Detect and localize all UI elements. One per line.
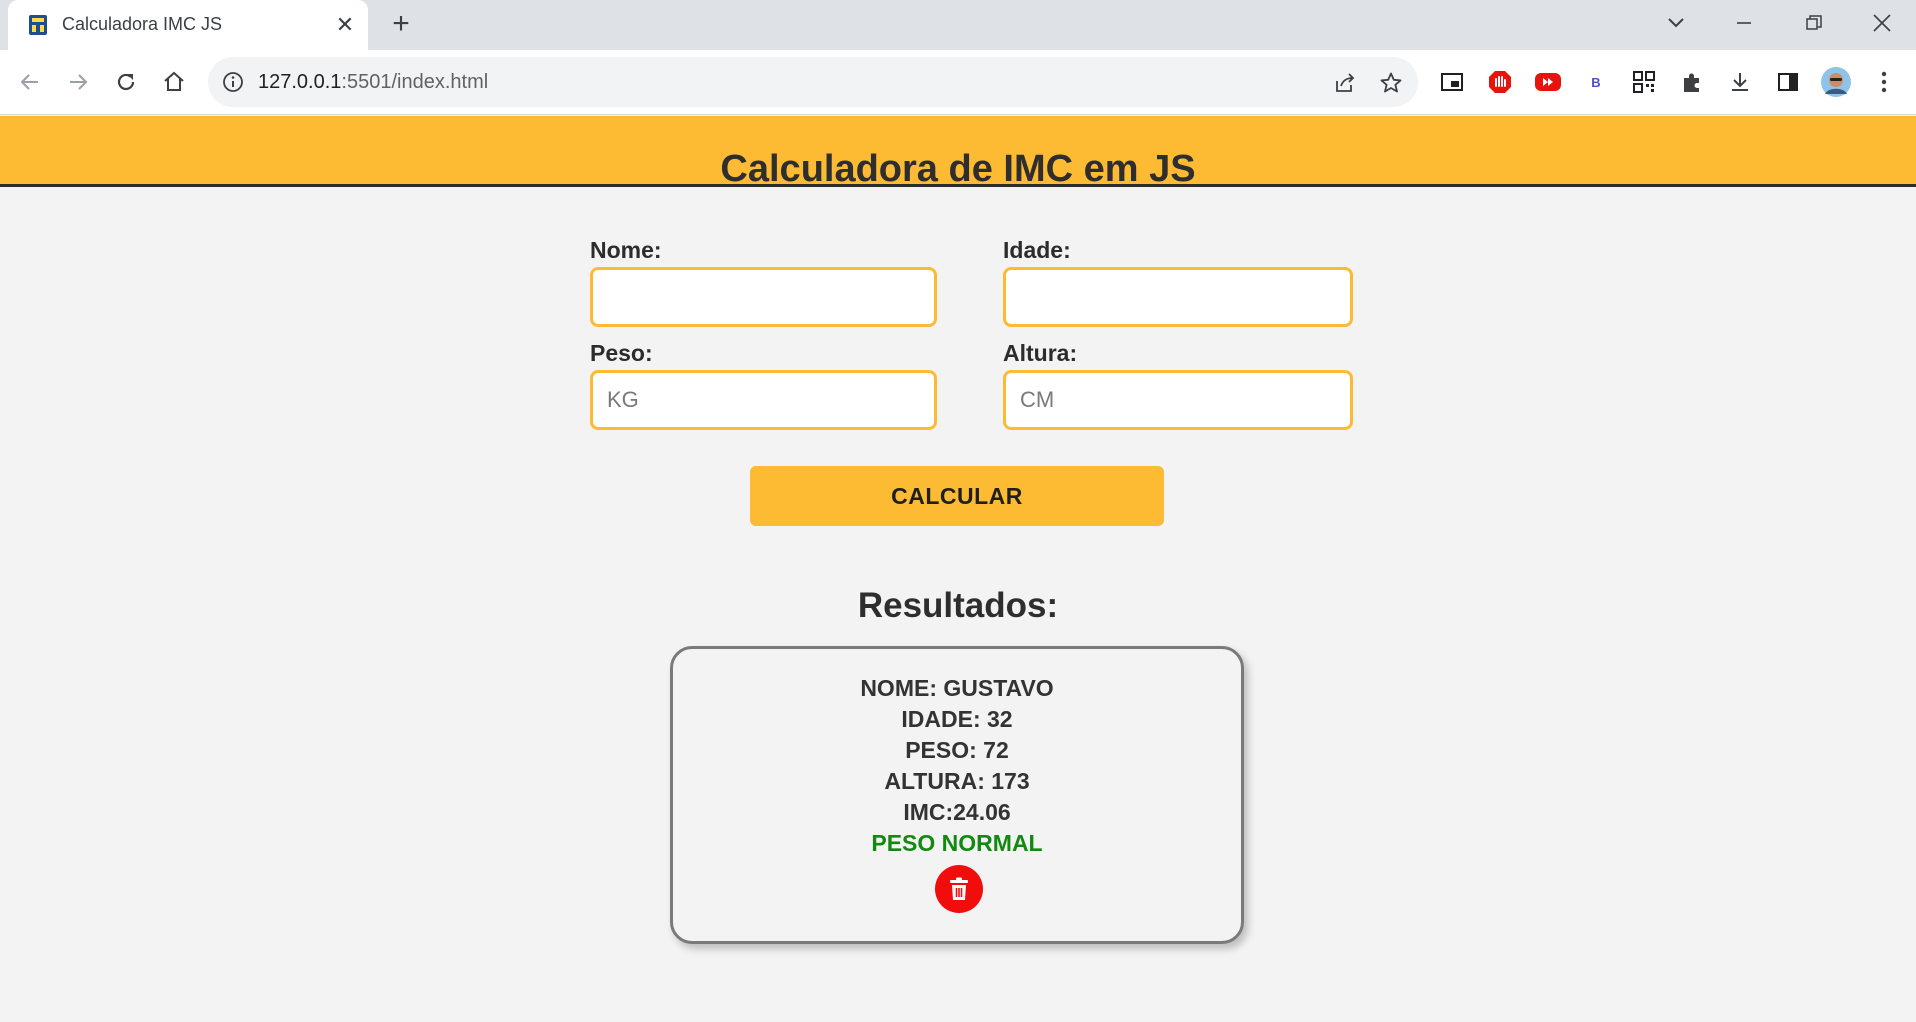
browser-tab[interactable]: Calculadora IMC JS ✕ bbox=[8, 0, 368, 50]
url-text[interactable]: 127.0.0.1:5501/index.html bbox=[258, 71, 488, 94]
peso-input[interactable] bbox=[590, 370, 937, 430]
browser-menu-icon[interactable] bbox=[1868, 66, 1900, 98]
share-icon[interactable] bbox=[1332, 70, 1358, 96]
video-speed-icon[interactable] bbox=[1532, 66, 1564, 98]
adblock-hand-icon[interactable] bbox=[1484, 66, 1516, 98]
url-path: :5501/index.html bbox=[341, 71, 489, 93]
bookmark-star-icon[interactable] bbox=[1378, 70, 1404, 96]
restore-icon[interactable] bbox=[1794, 8, 1834, 38]
result-idade: IDADE: 32 bbox=[901, 706, 1013, 732]
picture-in-picture-icon[interactable] bbox=[1436, 66, 1468, 98]
results-heading: Resultados: bbox=[857, 586, 1059, 625]
back-arrow-icon[interactable] bbox=[14, 66, 46, 98]
result-peso: PESO: 72 bbox=[905, 737, 1009, 763]
tab-close-icon[interactable]: ✕ bbox=[332, 12, 358, 38]
minimize-icon[interactable] bbox=[1724, 8, 1764, 38]
reload-icon[interactable] bbox=[110, 66, 142, 98]
results-card: NOME: GUSTAVO IDADE: 32 PESO: 72 ALTURA:… bbox=[670, 646, 1244, 944]
nome-input[interactable] bbox=[590, 267, 937, 327]
qr-code-icon[interactable] bbox=[1628, 66, 1660, 98]
page-header: Calculadora de IMC em JS bbox=[0, 116, 1916, 190]
delete-result-button[interactable] bbox=[935, 865, 983, 913]
altura-label: Altura: bbox=[1003, 340, 1078, 366]
forward-arrow-icon[interactable] bbox=[62, 66, 94, 98]
peso-label: Peso: bbox=[590, 340, 653, 366]
side-panel-icon[interactable] bbox=[1772, 66, 1804, 98]
home-icon[interactable] bbox=[158, 66, 190, 98]
result-nome: NOME: GUSTAVO bbox=[860, 675, 1054, 701]
tab-search-chevron-icon[interactable] bbox=[1656, 8, 1696, 38]
idade-input[interactable] bbox=[1003, 267, 1353, 327]
address-bar[interactable]: 127.0.0.1:5501/index.html bbox=[208, 57, 1418, 107]
page-title: Calculadora de IMC em JS bbox=[720, 148, 1196, 191]
idade-label: Idade: bbox=[1003, 237, 1071, 263]
result-imc: IMC:24.06 bbox=[903, 799, 1011, 825]
site-info-icon[interactable] bbox=[222, 71, 244, 93]
calculator-favicon-icon bbox=[29, 15, 47, 35]
altura-input[interactable] bbox=[1003, 370, 1353, 430]
extensions-puzzle-icon[interactable] bbox=[1676, 66, 1708, 98]
result-status: PESO NORMAL bbox=[871, 830, 1043, 856]
new-tab-button[interactable]: + bbox=[386, 9, 416, 40]
extension-b-icon[interactable]: B bbox=[1580, 66, 1612, 98]
calculate-button[interactable]: CALCULAR bbox=[750, 466, 1164, 526]
url-host: 127.0.0.1 bbox=[258, 71, 342, 93]
tab-title: Calculadora IMC JS bbox=[62, 14, 223, 34]
close-window-icon[interactable] bbox=[1862, 8, 1902, 38]
profile-avatar[interactable] bbox=[1820, 66, 1852, 98]
nome-label: Nome: bbox=[590, 237, 662, 263]
result-altura: ALTURA: 173 bbox=[884, 768, 1030, 794]
browser-tabstrip: Calculadora IMC JS ✕ + bbox=[0, 0, 1916, 50]
download-icon[interactable] bbox=[1724, 66, 1756, 98]
trash-icon bbox=[950, 877, 968, 900]
